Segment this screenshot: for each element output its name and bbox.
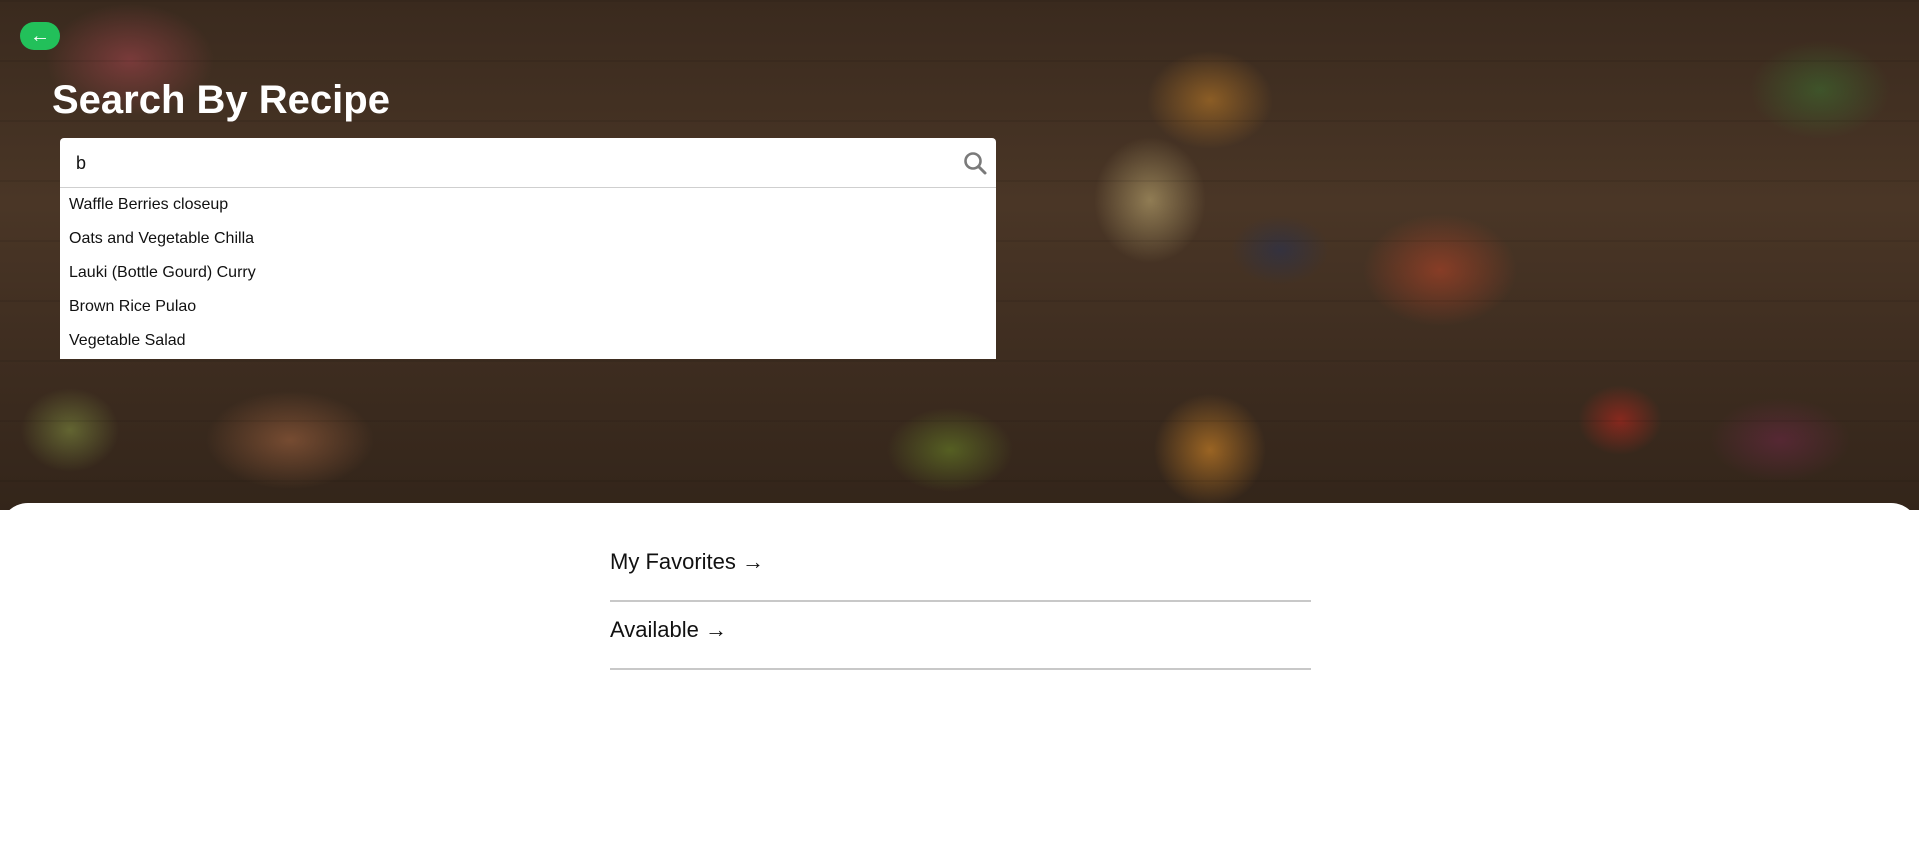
suggestion-item[interactable]: Waffle Berries closeup	[60, 188, 996, 222]
page-title: Search By Recipe	[52, 78, 390, 122]
my-favorites-link[interactable]: My Favorites →	[610, 534, 1311, 602]
suggestion-item[interactable]: Oats and Vegetable Chilla	[60, 222, 996, 256]
available-link[interactable]: Available →	[610, 602, 1311, 670]
search-icon[interactable]	[962, 150, 988, 176]
suggestion-item[interactable]: Lauki (Bottle Gourd) Curry	[60, 256, 996, 290]
suggestion-list: Waffle Berries closeup Oats and Vegetabl…	[60, 188, 996, 359]
search-box	[60, 138, 996, 188]
suggestion-item[interactable]: Vegetable Salad	[60, 324, 996, 358]
available-label: Available →	[610, 616, 727, 642]
content-panel: My Favorites → Available →	[0, 503, 1919, 855]
my-favorites-label: My Favorites →	[610, 548, 765, 574]
search-input[interactable]	[60, 138, 940, 188]
back-button[interactable]: ←	[20, 22, 60, 50]
suggestion-item[interactable]: Brown Rice Pulao	[60, 290, 996, 324]
